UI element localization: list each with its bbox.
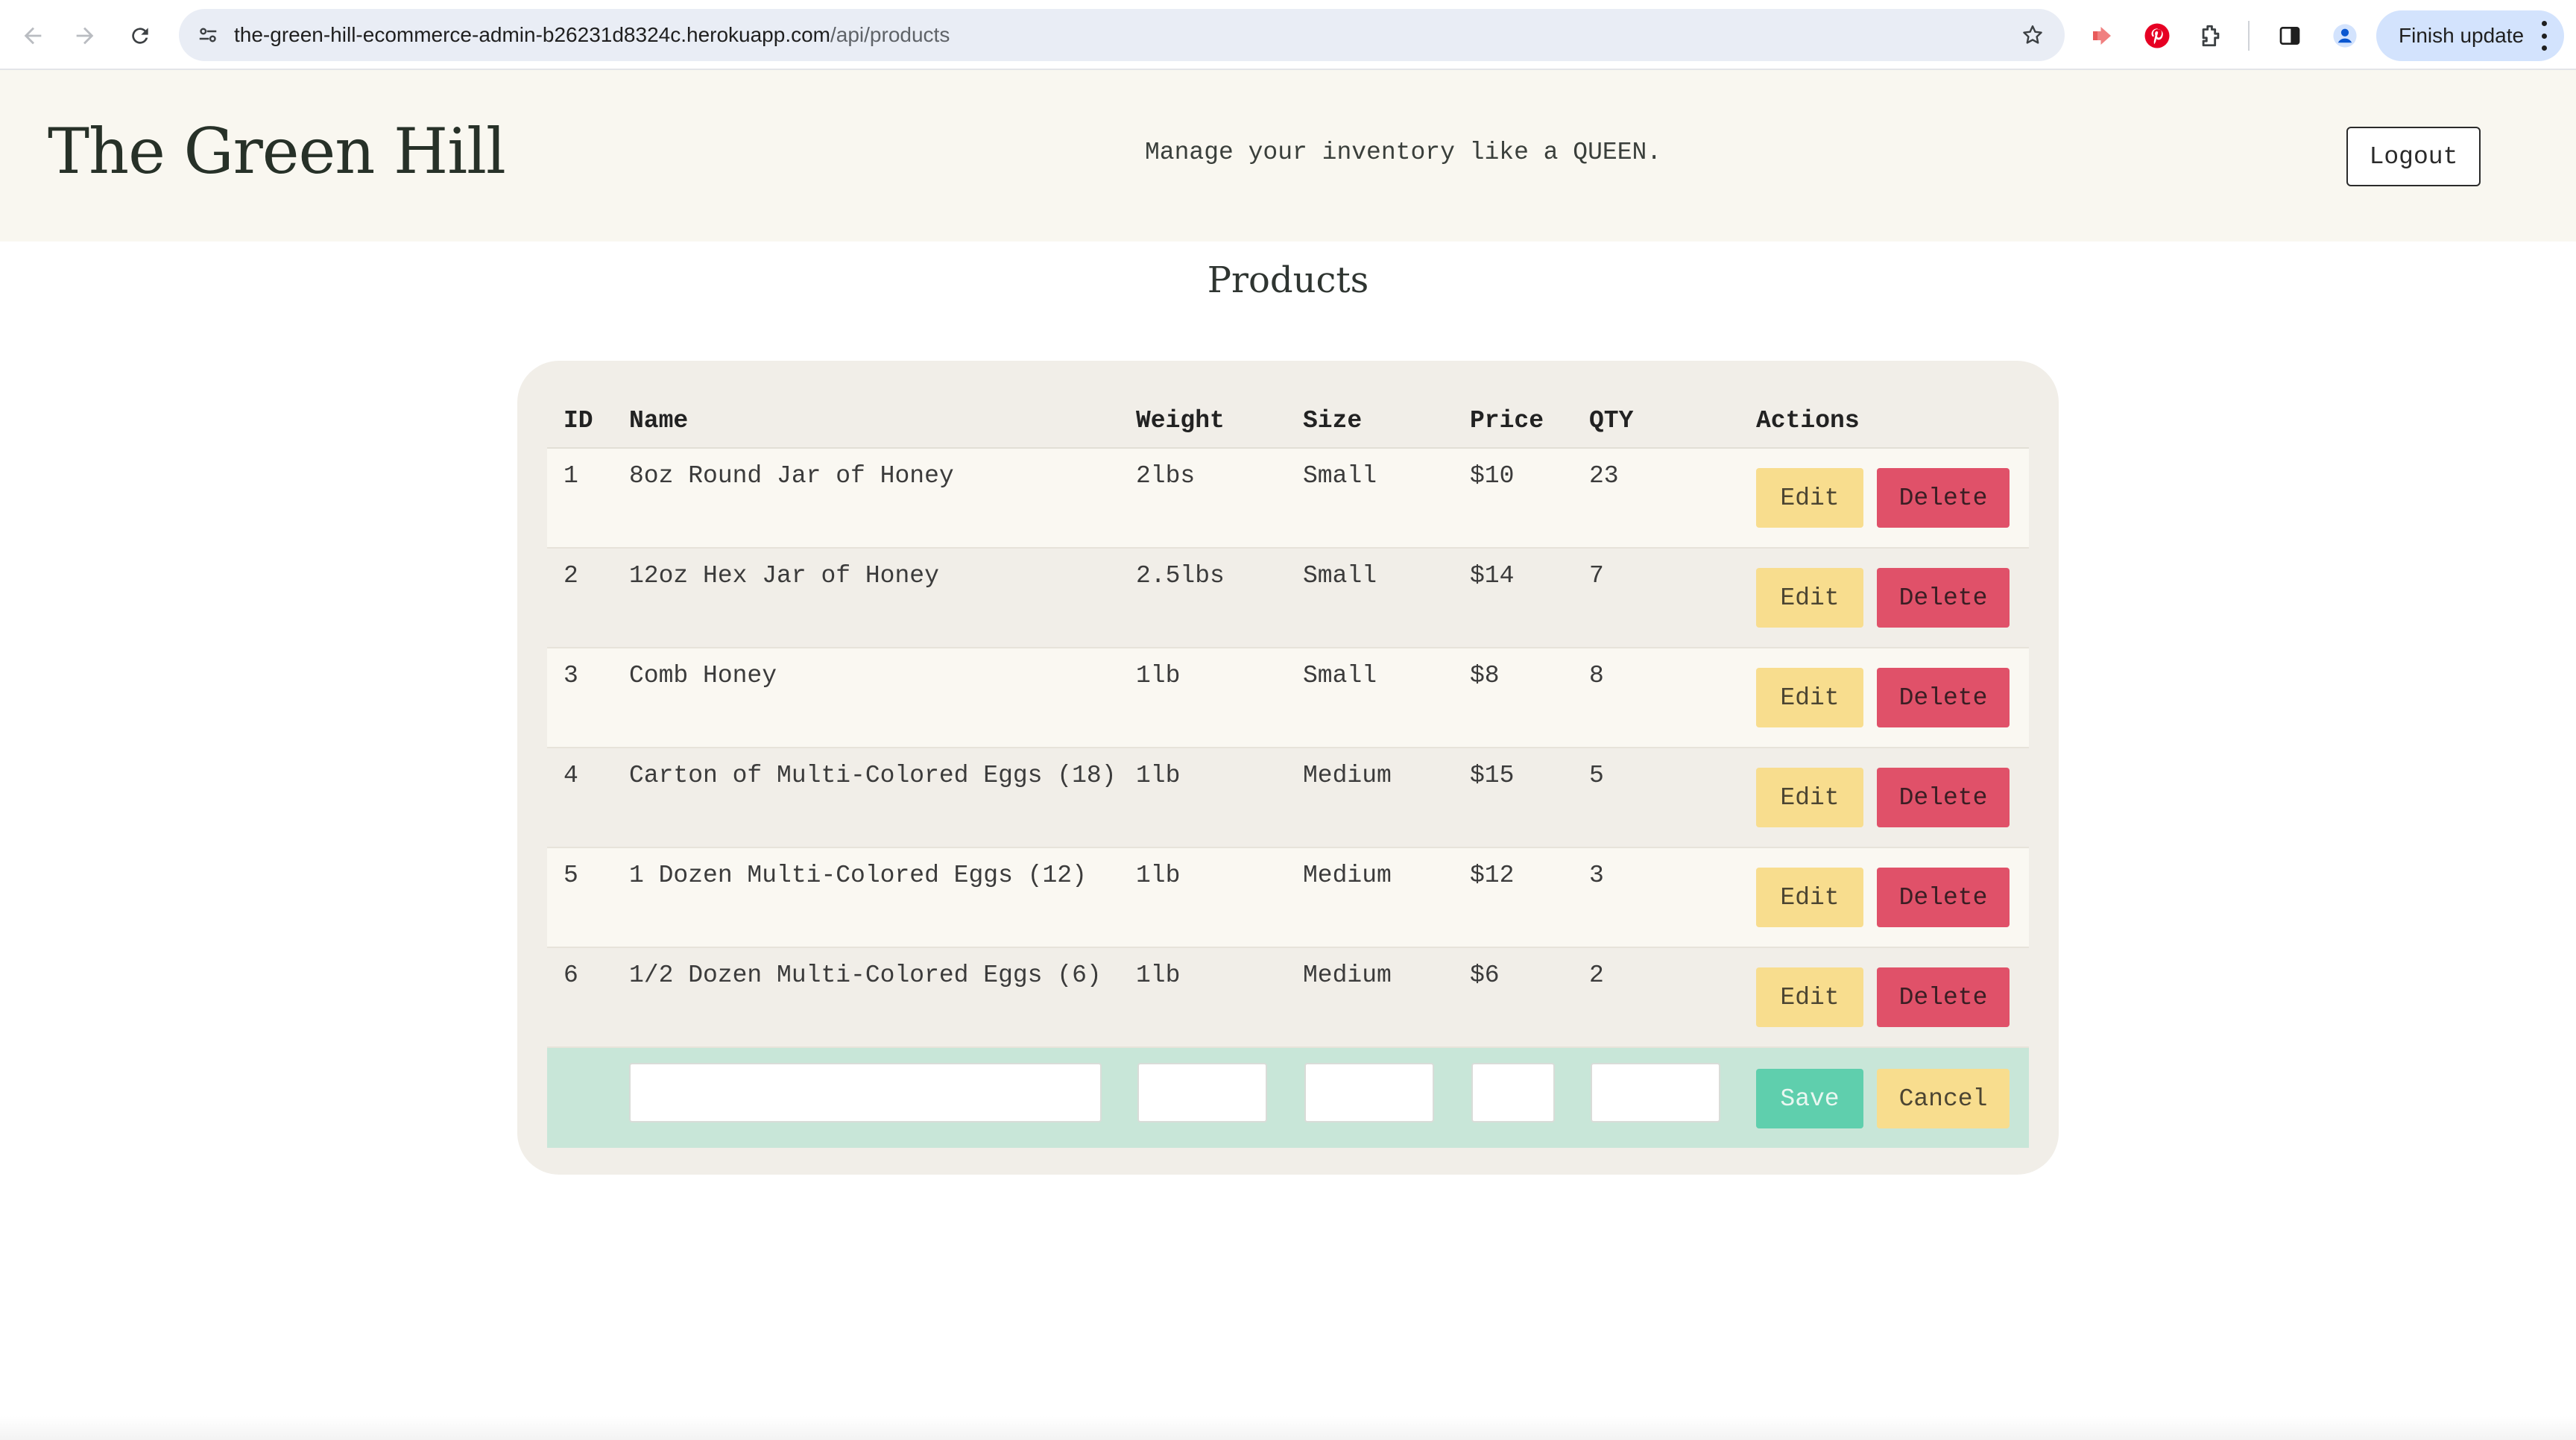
site-header: The Green Hill Manage your inventory lik… xyxy=(0,70,2576,241)
tagline: Manage your inventory like a QUEEN. xyxy=(1145,139,1662,166)
new-product-row: Save Cancel xyxy=(547,1048,2029,1148)
cell-price: $10 xyxy=(1470,462,1515,490)
window-bottom-edge xyxy=(0,1416,2576,1440)
column-header-weight: Weight xyxy=(1136,407,1225,435)
delete-button[interactable]: Delete xyxy=(1877,468,2010,528)
url-path: /api/products xyxy=(830,23,950,46)
cell-qty: 23 xyxy=(1589,462,1619,490)
cell-weight: 1lb xyxy=(1136,662,1181,689)
extensions-puzzle-icon[interactable] xyxy=(2193,18,2229,54)
cell-size: Medium xyxy=(1303,862,1392,889)
back-arrow-icon[interactable] xyxy=(13,16,52,55)
cell-size: Small xyxy=(1303,662,1377,689)
cell-qty: 8 xyxy=(1589,662,1604,689)
cell-name: 12oz Hex Jar of Honey xyxy=(629,562,939,590)
column-header-id: ID xyxy=(564,407,593,435)
forward-arrow-icon[interactable] xyxy=(66,16,104,55)
edit-button[interactable]: Edit xyxy=(1756,568,1863,628)
cell-price: $12 xyxy=(1470,862,1515,889)
new-price-input[interactable] xyxy=(1471,1063,1555,1122)
delete-button[interactable]: Delete xyxy=(1877,967,2010,1027)
finish-update-label: Finish update xyxy=(2399,24,2525,47)
edit-button[interactable]: Edit xyxy=(1756,768,1863,827)
column-header-qty: QTY xyxy=(1589,407,1634,435)
new-qty-input[interactable] xyxy=(1591,1063,1720,1122)
finish-update-button[interactable]: Finish update xyxy=(2376,10,2564,61)
browser-toolbar: the-green-hill-ecommerce-admin-b26231d83… xyxy=(0,0,2576,70)
address-bar[interactable]: the-green-hill-ecommerce-admin-b26231d83… xyxy=(179,9,2065,61)
cell-name: 1 Dozen Multi-Colored Eggs (12) xyxy=(629,862,1087,889)
cell-id: 1 xyxy=(564,462,578,490)
more-menu-icon[interactable] xyxy=(2540,21,2548,51)
cell-qty: 2 xyxy=(1589,961,1604,989)
cell-weight: 1lb xyxy=(1136,762,1181,789)
cell-qty: 5 xyxy=(1589,762,1604,789)
cell-price: $8 xyxy=(1470,662,1500,689)
reload-icon[interactable] xyxy=(121,16,160,55)
cell-weight: 2lbs xyxy=(1136,462,1196,490)
table-row: 5 1 Dozen Multi-Colored Eggs (12) 1lb Me… xyxy=(547,848,2029,948)
cell-size: Medium xyxy=(1303,762,1392,789)
table-row: 6 1/2 Dozen Multi-Colored Eggs (6) 1lb M… xyxy=(547,948,2029,1048)
cell-name: 1/2 Dozen Multi-Colored Eggs (6) xyxy=(629,961,1102,989)
column-header-price: Price xyxy=(1470,407,1544,435)
table-row: 3 Comb Honey 1lb Small $8 8 Edit Delete xyxy=(547,648,2029,748)
cell-name: 8oz Round Jar of Honey xyxy=(629,462,954,490)
table-row: 4 Carton of Multi-Colored Eggs (18) 1lb … xyxy=(547,748,2029,848)
logout-button[interactable]: Logout xyxy=(2346,127,2481,186)
cell-price: $14 xyxy=(1470,562,1515,590)
cell-size: Small xyxy=(1303,462,1377,490)
url-text[interactable]: the-green-hill-ecommerce-admin-b26231d83… xyxy=(234,9,950,61)
toolbar-separator xyxy=(2248,21,2250,51)
delete-button[interactable]: Delete xyxy=(1877,668,2010,727)
cell-weight: 1lb xyxy=(1136,961,1181,989)
cell-name: Carton of Multi-Colored Eggs (18) xyxy=(629,762,1117,789)
brand-title[interactable]: The Green Hill xyxy=(48,115,506,188)
pinterest-icon[interactable] xyxy=(2139,18,2175,54)
cell-name: Comb Honey xyxy=(629,662,777,689)
new-name-input[interactable] xyxy=(629,1063,1102,1122)
table-header-row: ID Name Weight Size Price QTY Actions xyxy=(547,391,2029,449)
edit-button[interactable]: Edit xyxy=(1756,468,1863,528)
edit-button[interactable]: Edit xyxy=(1756,967,1863,1027)
cell-weight: 1lb xyxy=(1136,862,1181,889)
cell-qty: 7 xyxy=(1589,562,1604,590)
url-host: the-green-hill-ecommerce-admin-b26231d83… xyxy=(234,23,830,46)
cell-size: Medium xyxy=(1303,961,1392,989)
site-settings-icon[interactable] xyxy=(191,18,225,52)
products-table: ID Name Weight Size Price QTY Actions 1 … xyxy=(547,391,2029,1148)
new-weight-input[interactable] xyxy=(1137,1063,1267,1122)
bookmark-star-icon[interactable] xyxy=(2015,18,2050,52)
new-size-input[interactable] xyxy=(1304,1063,1434,1122)
column-header-size: Size xyxy=(1303,407,1363,435)
cell-size: Small xyxy=(1303,562,1377,590)
column-header-actions: Actions xyxy=(1756,407,1860,435)
save-button[interactable]: Save xyxy=(1756,1069,1863,1128)
column-header-name: Name xyxy=(629,407,689,435)
cell-id: 3 xyxy=(564,662,578,689)
cell-id: 5 xyxy=(564,862,578,889)
cell-id: 4 xyxy=(564,762,578,789)
cell-weight: 2.5lbs xyxy=(1136,562,1225,590)
products-table-card: ID Name Weight Size Price QTY Actions 1 … xyxy=(517,361,2059,1175)
side-panel-icon[interactable] xyxy=(2272,18,2308,54)
profile-avatar-icon[interactable] xyxy=(2327,18,2363,54)
delete-button[interactable]: Delete xyxy=(1877,768,2010,827)
delete-button[interactable]: Delete xyxy=(1877,868,2010,927)
page-title: Products xyxy=(1207,259,1369,301)
cancel-button[interactable]: Cancel xyxy=(1877,1069,2010,1128)
extension-arrow-icon[interactable] xyxy=(2084,18,2120,54)
cell-price: $15 xyxy=(1470,762,1515,789)
cell-id: 6 xyxy=(564,961,578,989)
delete-button[interactable]: Delete xyxy=(1877,568,2010,628)
cell-qty: 3 xyxy=(1589,862,1604,889)
edit-button[interactable]: Edit xyxy=(1756,668,1863,727)
table-row: 2 12oz Hex Jar of Honey 2.5lbs Small $14… xyxy=(547,549,2029,648)
cell-price: $6 xyxy=(1470,961,1500,989)
table-row: 1 8oz Round Jar of Honey 2lbs Small $10 … xyxy=(547,449,2029,549)
edit-button[interactable]: Edit xyxy=(1756,868,1863,927)
cell-id: 2 xyxy=(564,562,578,590)
